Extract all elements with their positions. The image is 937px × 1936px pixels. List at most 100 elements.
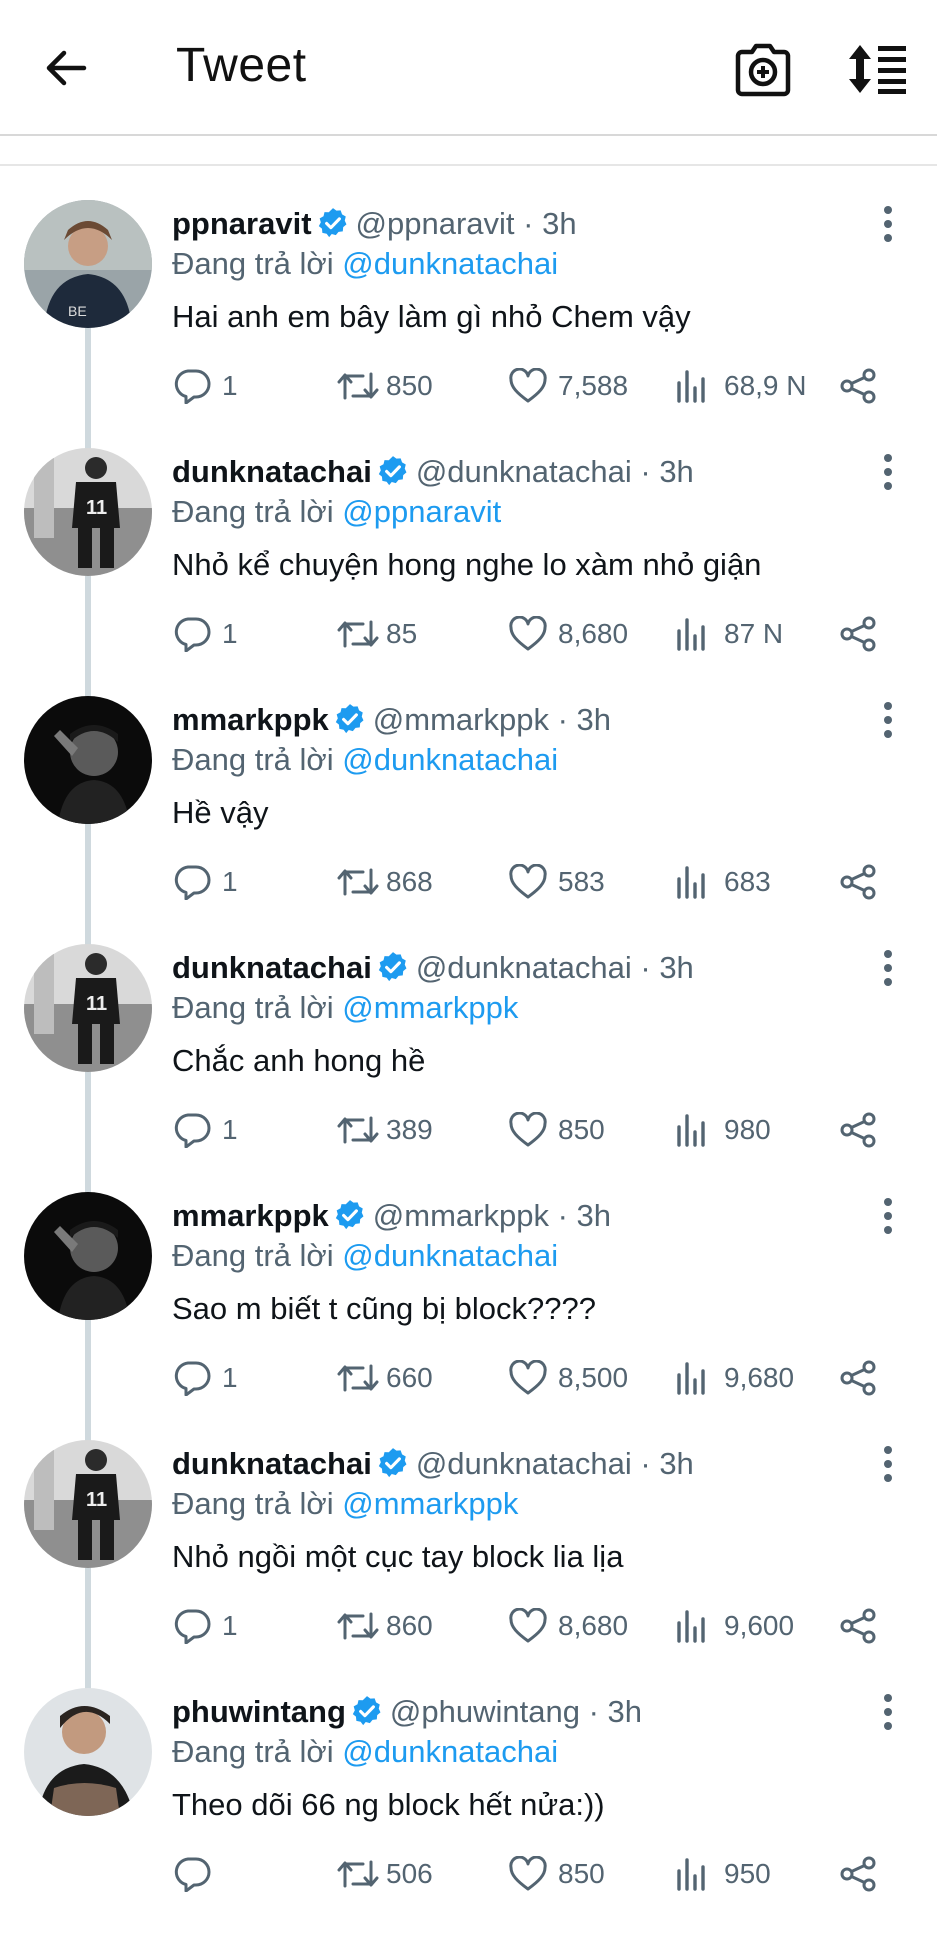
author-row: mmarkppk @mmarkppk · 3h bbox=[172, 1196, 611, 1236]
more-vertical-icon[interactable] bbox=[868, 452, 908, 492]
avatar[interactable] bbox=[24, 1688, 152, 1816]
reply-icon bbox=[174, 1857, 211, 1892]
more-vertical-icon[interactable] bbox=[868, 948, 908, 988]
share-button[interactable] bbox=[838, 1852, 882, 1896]
share-button[interactable] bbox=[838, 860, 882, 904]
tweet[interactable]: BE ppnaravit @ppnaravit · 3h Đang trả lời… bbox=[0, 200, 937, 448]
like-count: 850 bbox=[558, 1114, 605, 1145]
share-icon bbox=[840, 1360, 876, 1396]
avatar[interactable] bbox=[24, 1192, 152, 1320]
replying-to-label: Đang trả lời bbox=[172, 246, 334, 281]
tweet[interactable]: mmarkppk @mmarkppk · 3h Đang trả lời @dun… bbox=[0, 1192, 937, 1440]
divider bbox=[0, 164, 937, 166]
verified-badge-icon bbox=[378, 1448, 407, 1478]
author-row: mmarkppk @mmarkppk · 3h bbox=[172, 700, 611, 740]
verified-badge-icon bbox=[378, 456, 407, 486]
reply-count: 1 bbox=[222, 866, 238, 897]
heart-icon bbox=[509, 864, 547, 899]
svg-text:11: 11 bbox=[86, 497, 107, 519]
view-count: 9,680 bbox=[724, 1362, 795, 1393]
author-row: phuwintang @phuwintang · 3h bbox=[172, 1692, 642, 1732]
retweet-icon bbox=[337, 372, 379, 400]
mention-link[interactable]: @dunknatachai bbox=[342, 246, 558, 281]
author-name[interactable]: dunknatachai bbox=[172, 950, 372, 985]
heart-icon bbox=[509, 1856, 547, 1891]
author-handle: @mmarkppk bbox=[372, 702, 549, 737]
tweet[interactable]: 11 dunknatachai @dunknatachai · 3h Đang t… bbox=[0, 944, 937, 1192]
avatar[interactable]: 11 bbox=[24, 944, 152, 1072]
share-button[interactable] bbox=[838, 1108, 882, 1152]
view-count: 68,9 N bbox=[724, 370, 807, 401]
camera-add-icon[interactable] bbox=[734, 42, 792, 98]
reply-count: 1 bbox=[222, 1610, 238, 1641]
reply-count: 1 bbox=[222, 618, 238, 649]
more-vertical-icon[interactable] bbox=[868, 1444, 908, 1484]
share-icon bbox=[840, 864, 876, 900]
author-name[interactable]: dunknatachai bbox=[172, 454, 372, 489]
tweet[interactable]: phuwintang @phuwintang · 3h Đang trả lời … bbox=[0, 1688, 937, 1936]
mention-link[interactable]: @mmarkppk bbox=[342, 1486, 518, 1521]
timestamp: 3h bbox=[607, 1694, 643, 1729]
views-bar-chart-icon bbox=[677, 1362, 705, 1395]
replying-to: Đang trả lời @dunknatachai bbox=[172, 244, 558, 284]
avatar[interactable]: BE bbox=[24, 200, 152, 328]
share-button[interactable] bbox=[838, 1356, 882, 1400]
view-count: 683 bbox=[724, 866, 771, 897]
separator: · bbox=[640, 454, 651, 489]
reply-count: 1 bbox=[222, 1362, 238, 1393]
views-bar-chart-icon bbox=[677, 1114, 705, 1147]
tweet[interactable]: 11 dunknatachai @dunknatachai · 3h Đang t… bbox=[0, 1440, 937, 1688]
author-handle: @dunknatachai bbox=[415, 454, 632, 489]
timestamp: 3h bbox=[659, 454, 694, 489]
share-icon bbox=[840, 616, 876, 652]
share-button[interactable] bbox=[838, 612, 882, 656]
reply-icon bbox=[174, 1609, 211, 1644]
mention-link[interactable]: @mmarkppk bbox=[342, 990, 518, 1025]
retweet-count: 868 bbox=[386, 866, 433, 897]
tweet-text: Sao m biết t cũng bị block???? bbox=[172, 1291, 596, 1326]
author-name[interactable]: phuwintang bbox=[172, 1694, 346, 1729]
avatar[interactable] bbox=[24, 696, 152, 824]
arrow-left-icon[interactable] bbox=[42, 44, 90, 92]
action-bar: 1 850 7,588 68,9 N bbox=[172, 364, 912, 408]
view-count: 87 N bbox=[724, 618, 784, 649]
separator: · bbox=[640, 950, 651, 985]
author-name[interactable]: mmarkppk bbox=[172, 1198, 329, 1233]
retweet-icon bbox=[337, 620, 379, 648]
replying-to: Đang trả lời @dunknatachai bbox=[172, 1236, 558, 1276]
more-vertical-icon[interactable] bbox=[868, 700, 908, 740]
author-name[interactable]: dunknatachai bbox=[172, 1446, 372, 1481]
sort-icon[interactable] bbox=[848, 44, 910, 94]
tweet-text: Hai anh em bây làm gì nhỏ Chem vậy bbox=[172, 299, 691, 334]
share-button[interactable] bbox=[838, 364, 882, 408]
mention-link[interactable]: @ppnaravit bbox=[342, 494, 501, 529]
tweet-text: Nhỏ kể chuyện hong nghe lo xàm nhỏ giận bbox=[172, 547, 762, 582]
more-vertical-icon[interactable] bbox=[868, 1692, 908, 1732]
reply-icon bbox=[174, 369, 211, 404]
retweet-icon bbox=[337, 1860, 379, 1888]
views-bar-chart-icon bbox=[677, 1610, 705, 1643]
separator: · bbox=[523, 206, 534, 241]
author-name[interactable]: ppnaravit bbox=[172, 206, 312, 241]
mention-link[interactable]: @dunknatachai bbox=[342, 1734, 558, 1769]
avatar[interactable]: 11 bbox=[24, 1440, 152, 1568]
retweet-icon bbox=[337, 1116, 379, 1144]
author-handle: @mmarkppk bbox=[372, 1198, 549, 1233]
author-handle: @dunknatachai bbox=[415, 950, 632, 985]
svg-text:BE: BE bbox=[68, 303, 87, 319]
retweet-icon bbox=[337, 1364, 379, 1392]
reply-icon bbox=[174, 617, 211, 652]
more-vertical-icon[interactable] bbox=[868, 204, 908, 244]
author-name[interactable]: mmarkppk bbox=[172, 702, 329, 737]
mention-link[interactable]: @dunknatachai bbox=[342, 1238, 558, 1273]
mention-link[interactable]: @dunknatachai bbox=[342, 742, 558, 777]
views-bar-chart-icon bbox=[677, 370, 705, 403]
more-vertical-icon[interactable] bbox=[868, 1196, 908, 1236]
tweet-text: Hề vậy bbox=[172, 795, 269, 830]
replying-to: Đang trả lời @dunknatachai bbox=[172, 1732, 558, 1772]
tweet[interactable]: mmarkppk @mmarkppk · 3h Đang trả lời @dun… bbox=[0, 696, 937, 944]
share-button[interactable] bbox=[838, 1604, 882, 1648]
tweet[interactable]: 11 dunknatachai @dunknatachai · 3h Đang t… bbox=[0, 448, 937, 696]
like-count: 8,680 bbox=[558, 1610, 629, 1641]
avatar[interactable]: 11 bbox=[24, 448, 152, 576]
